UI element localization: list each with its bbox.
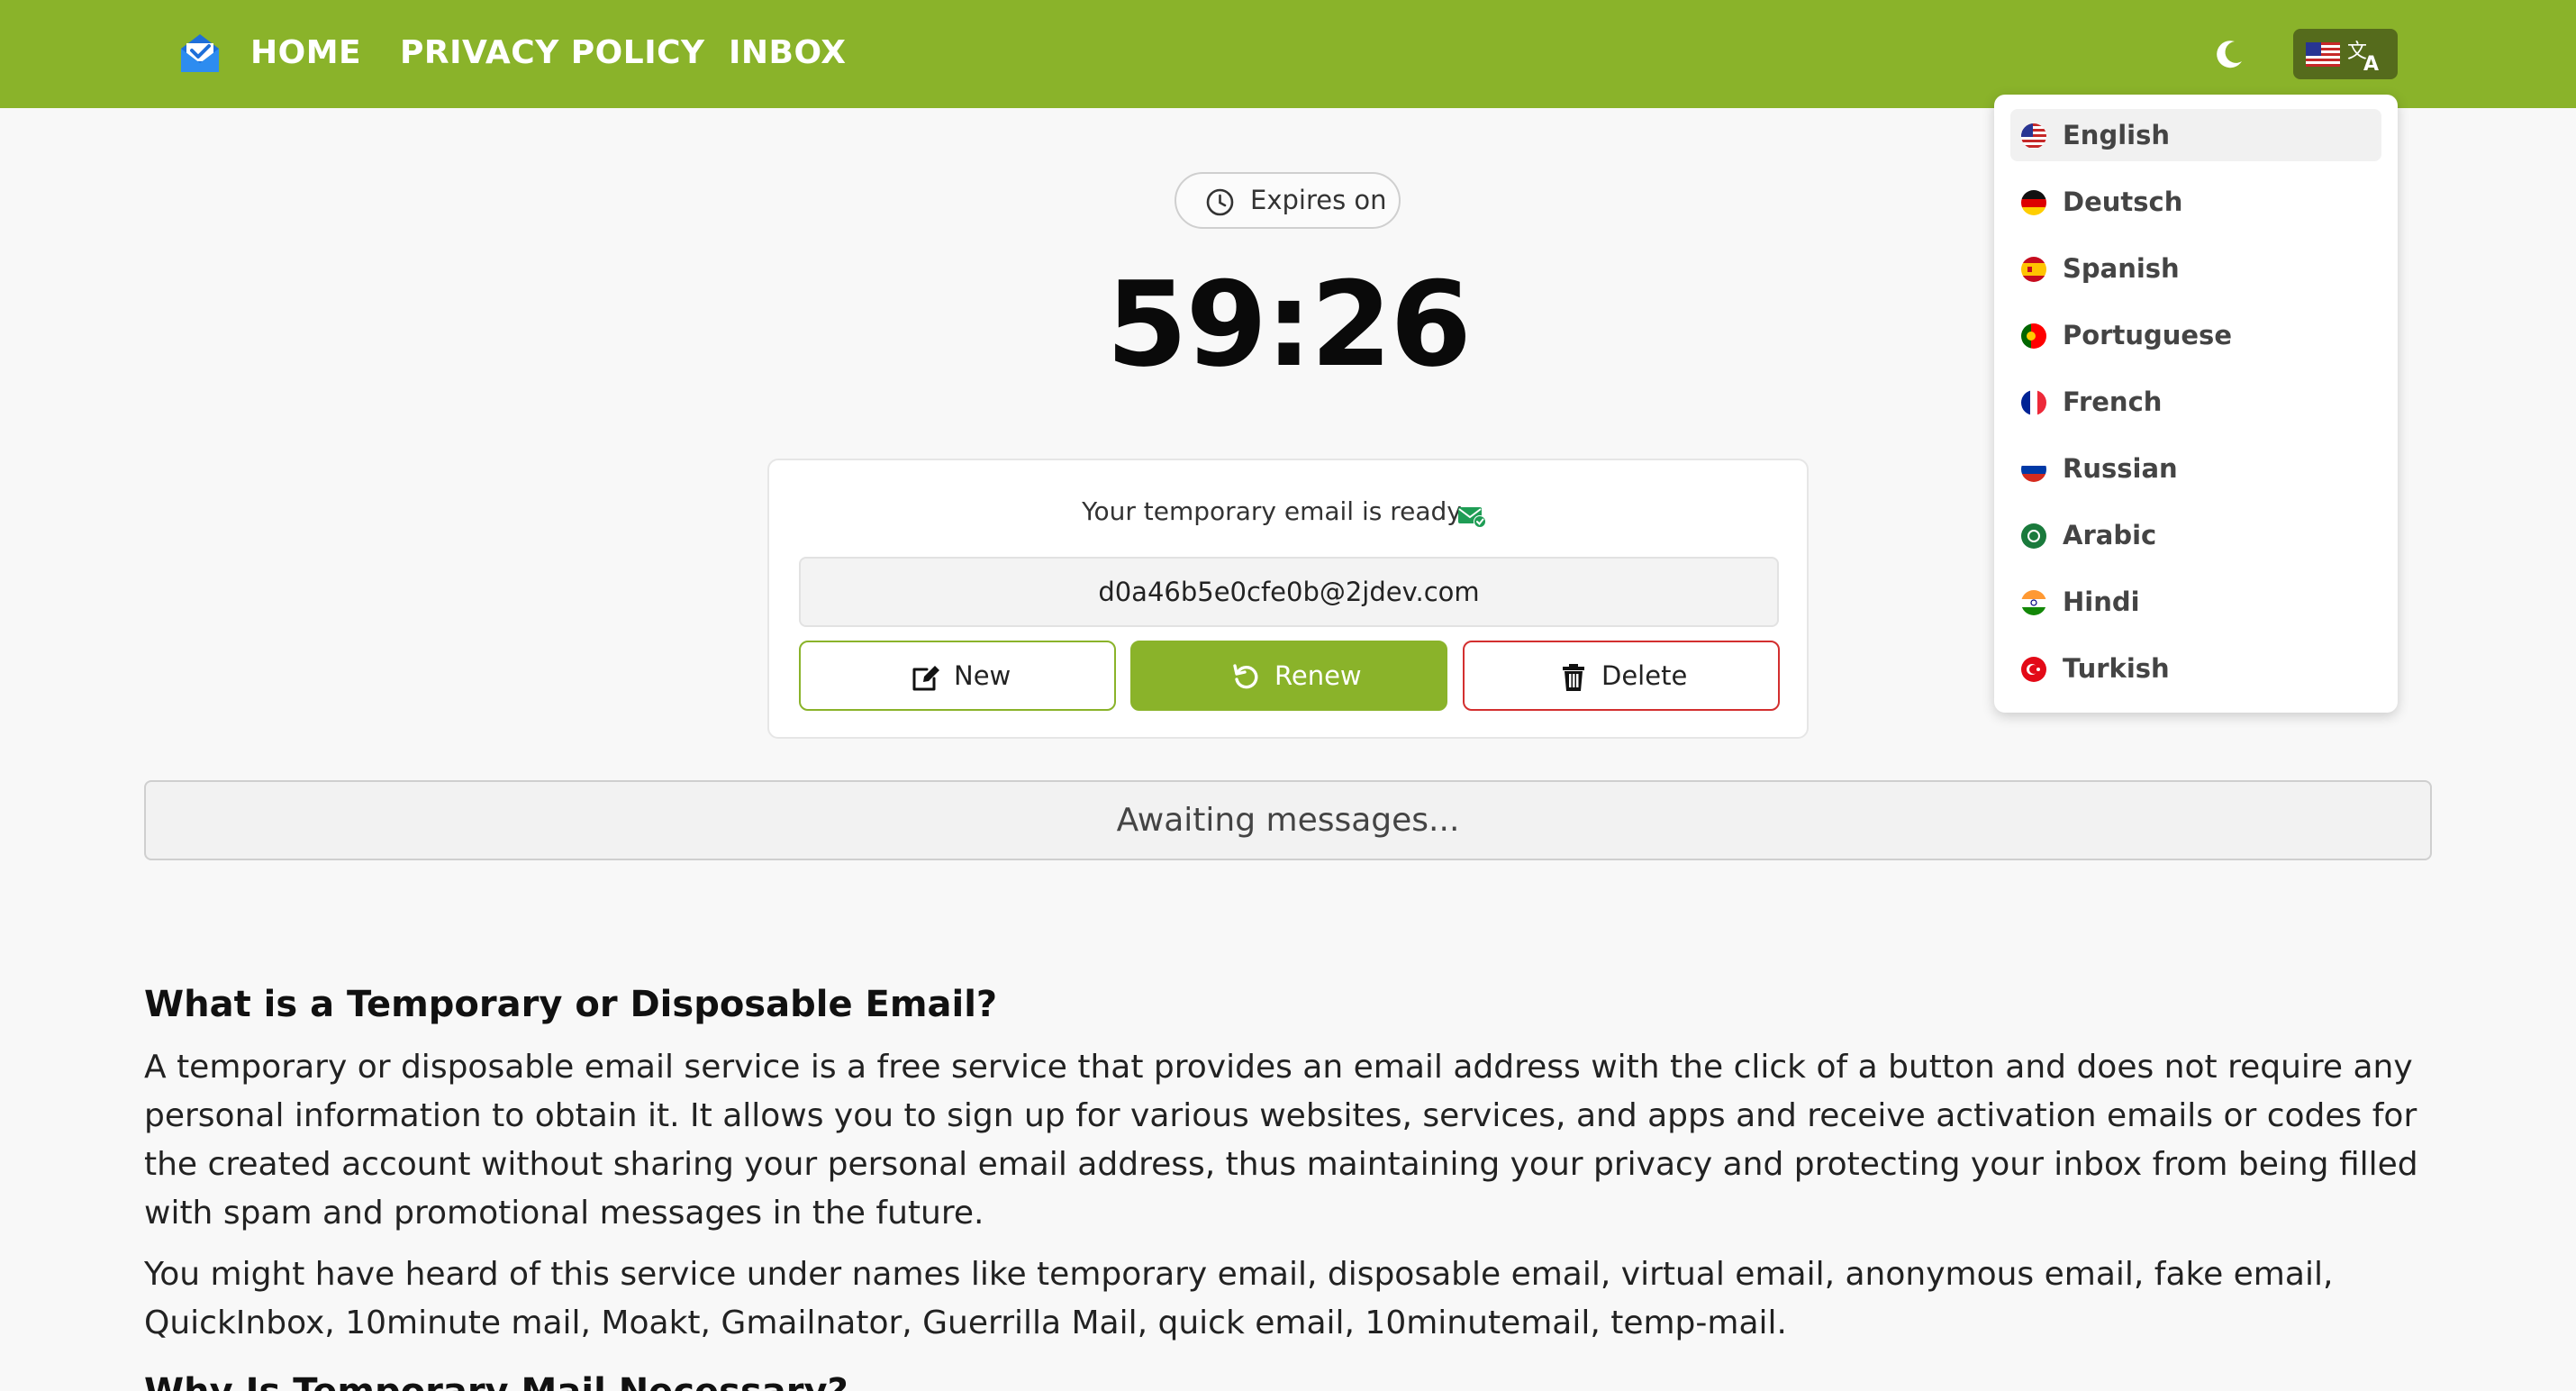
language-label: Deutsch — [2063, 186, 2183, 217]
language-option-turkish[interactable]: Turkish — [2010, 642, 2381, 695]
renew-label: Renew — [1274, 660, 1362, 691]
edit-icon — [912, 666, 939, 691]
fr-flag-icon — [2021, 390, 2046, 415]
language-option-russian[interactable]: Russian — [2010, 442, 2381, 495]
renew-button[interactable]: Renew — [1130, 641, 1447, 711]
top-navbar: HOME PRIVACY POLICY INBOX 文 A — [0, 0, 2576, 108]
article-heading: What is a Temporary or Disposable Email? — [144, 984, 998, 1025]
language-option-portuguese[interactable]: Portuguese — [2010, 309, 2381, 361]
refresh-icon — [1233, 664, 1258, 689]
nav-privacy-link[interactable]: PRIVACY POLICY — [400, 31, 705, 76]
language-option-english[interactable]: English — [2010, 109, 2381, 161]
language-label: Spanish — [2063, 253, 2180, 284]
pt-flag-icon — [2021, 323, 2046, 349]
us-flag-icon — [2021, 123, 2046, 149]
in-flag-icon — [2021, 590, 2046, 615]
new-email-button[interactable]: New — [799, 641, 1116, 711]
article-heading: Why Is Temporary Mail Necessary? — [144, 1360, 2432, 1391]
language-option-french[interactable]: French — [2010, 376, 2381, 428]
new-label: New — [954, 660, 1011, 691]
language-dropdown-menu: English Deutsch Spanish Portuguese Frenc… — [1994, 95, 2398, 713]
trash-icon — [1563, 664, 1584, 691]
language-switcher-button[interactable]: 文 A — [2293, 29, 2398, 79]
translate-icon: 文 A — [2347, 41, 2379, 74]
article-paragraph: A temporary or disposable email service … — [144, 1049, 2418, 1232]
language-label: English — [2063, 120, 2171, 150]
tr-flag-icon — [2021, 657, 2046, 682]
delete-button[interactable]: Delete — [1463, 641, 1780, 711]
countdown-timer: 59:26 — [1106, 256, 1472, 393]
language-label: Hindi — [2063, 586, 2140, 617]
svg-text:A: A — [2363, 53, 2379, 74]
nav-home-link[interactable]: HOME — [250, 31, 361, 76]
language-option-hindi[interactable]: Hindi — [2010, 576, 2381, 628]
email-card: Your temporary email is ready d0a46b5e0c… — [767, 459, 1809, 739]
language-label: Portuguese — [2063, 320, 2232, 350]
article-paragraph: You might have heard of this service und… — [144, 1256, 2334, 1341]
dark-mode-moon-icon[interactable] — [2211, 36, 2247, 72]
clock-icon — [1206, 188, 1234, 216]
inbox-status-bar: Awaiting messages... — [144, 780, 2432, 860]
language-option-deutsch[interactable]: Deutsch — [2010, 176, 2381, 228]
language-label: Turkish — [2063, 653, 2170, 684]
de-flag-icon — [2021, 190, 2046, 215]
language-label: Arabic — [2063, 520, 2157, 550]
es-flag-icon — [2021, 257, 2046, 282]
us-flag-icon — [2306, 42, 2340, 67]
language-option-spanish[interactable]: Spanish — [2010, 242, 2381, 295]
language-label: French — [2063, 386, 2163, 417]
nav-inbox-link[interactable]: INBOX — [729, 31, 847, 76]
expires-badge: Expires on — [1175, 172, 1401, 229]
expires-label: Expires on — [1250, 185, 1387, 215]
delete-label: Delete — [1601, 660, 1688, 691]
language-label: Russian — [2063, 453, 2178, 484]
mail-check-icon — [1458, 507, 1486, 528]
email-address-field[interactable]: d0a46b5e0cfe0b@2jdev.com — [799, 557, 1779, 627]
email-ready-text: Your temporary email is ready — [1082, 496, 1462, 526]
ru-flag-icon — [2021, 457, 2046, 482]
mail-logo-icon[interactable] — [177, 31, 222, 76]
article-content: What is a Temporary or Disposable Email?… — [144, 973, 2432, 1391]
language-option-arabic[interactable]: Arabic — [2010, 509, 2381, 561]
sa-flag-icon — [2021, 523, 2046, 549]
